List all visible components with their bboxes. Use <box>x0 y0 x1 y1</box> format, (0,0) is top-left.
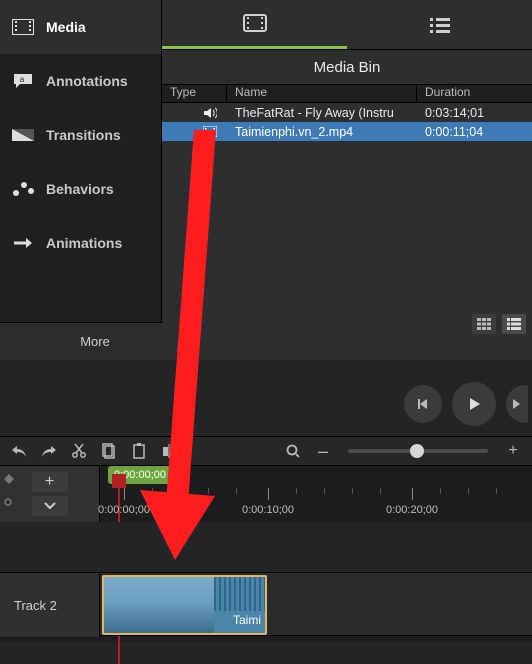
list-view-button[interactable] <box>502 314 526 334</box>
zoom-in-button[interactable]: + <box>500 440 526 462</box>
media-row-name: TheFatRat - Fly Away (Instru <box>227 106 417 120</box>
clip-taimienphi[interactable]: Taimi <box>102 575 267 635</box>
svg-text:a: a <box>20 75 25 84</box>
track-2[interactable]: Track 2 Taimi <box>0 572 532 636</box>
timeline: + 0:00:00;00 0:00:00;00 0:00:10;00 0:00:… <box>0 466 532 641</box>
timeline-track-controls: + <box>0 466 100 522</box>
grid-view-button[interactable] <box>472 314 496 334</box>
clip-waveform <box>214 577 265 611</box>
media-row[interactable]: Taimienphi.vn_2.mp4 0:00:11;04 <box>162 122 532 141</box>
next-frame-button[interactable] <box>506 385 528 423</box>
prev-frame-button[interactable] <box>404 385 442 423</box>
col-header-name[interactable]: Name <box>227 85 417 102</box>
media-row-duration: 0:03:14;01 <box>417 106 532 120</box>
tick-label: 0:00:20;00 <box>386 504 438 516</box>
cut-button[interactable] <box>66 440 92 462</box>
paste-button[interactable] <box>126 440 152 462</box>
play-button[interactable] <box>452 382 496 426</box>
zoom-out-button[interactable]: – <box>310 440 336 462</box>
media-icon <box>12 16 34 38</box>
sidebar-item-transitions[interactable]: Transitions <box>0 108 161 162</box>
tick-marks <box>100 488 532 502</box>
media-row[interactable]: TheFatRat - Fly Away (Instru 0:03:14;01 <box>162 103 532 122</box>
track-expand-button[interactable] <box>32 496 68 516</box>
track-2-header[interactable]: Track 2 <box>0 573 100 637</box>
transitions-icon <box>12 124 34 146</box>
timeline-toolbar: – + <box>0 436 532 466</box>
marker-controls <box>4 474 14 506</box>
sidebar-item-label: Annotations <box>46 73 128 89</box>
track-2-label: Track 2 <box>14 598 57 613</box>
clip-thumbnail <box>104 577 214 633</box>
video-icon <box>162 126 227 137</box>
annotations-icon: a <box>12 70 34 92</box>
tick-label: 0:00:10;00 <box>242 504 294 516</box>
media-panel: Media Bin Type Name Duration TheFatRat -… <box>162 0 532 360</box>
sidebar: Media a Annotations Transitions Behavior… <box>0 0 162 322</box>
media-bin-body: TheFatRat - Fly Away (Instru 0:03:14;01 … <box>162 103 532 322</box>
media-row-name: Taimienphi.vn_2.mp4 <box>227 125 417 139</box>
col-header-type[interactable]: Type <box>162 85 227 102</box>
sidebar-item-label: Transitions <box>46 127 121 143</box>
undo-button[interactable] <box>6 440 32 462</box>
track-gap <box>0 522 532 572</box>
tab-media-bin[interactable] <box>162 0 347 49</box>
zoom-slider[interactable] <box>348 449 488 453</box>
add-track-button[interactable]: + <box>32 472 68 492</box>
media-bin-title: Media Bin <box>162 50 532 84</box>
sidebar-item-label: Animations <box>46 235 122 251</box>
more-label: More <box>80 334 110 349</box>
audio-icon <box>162 107 227 119</box>
view-toggles <box>472 314 526 334</box>
sidebar-item-behaviors[interactable]: Behaviors <box>0 162 161 216</box>
redo-button[interactable] <box>36 440 62 462</box>
col-header-duration[interactable]: Duration <box>417 85 532 102</box>
behaviors-icon <box>12 178 34 200</box>
sidebar-item-animations[interactable]: Animations <box>0 216 161 270</box>
animations-icon <box>12 232 34 254</box>
copy-button[interactable] <box>96 440 122 462</box>
sidebar-item-label: Behaviors <box>46 181 114 197</box>
sidebar-item-label: Media <box>46 19 86 35</box>
media-bin-header: Type Name Duration <box>162 84 532 103</box>
sidebar-item-annotations[interactable]: a Annotations <box>0 54 161 108</box>
zoom-slider-thumb[interactable] <box>410 444 424 458</box>
media-panel-tabs <box>162 0 532 50</box>
media-row-duration: 0:00:11;04 <box>417 125 532 139</box>
timeline-ruler[interactable]: 0:00:00;00 0:00:00;00 0:00:10;00 0:00:20… <box>100 466 532 522</box>
tick-label: 0:00:00;00 <box>98 504 150 516</box>
tab-library[interactable] <box>347 0 532 49</box>
playback-controls <box>404 382 528 426</box>
split-button[interactable] <box>156 440 182 462</box>
clip-label: Taimi <box>233 613 261 627</box>
zoom-search-icon <box>280 440 306 462</box>
sidebar-item-media[interactable]: Media <box>0 0 161 54</box>
